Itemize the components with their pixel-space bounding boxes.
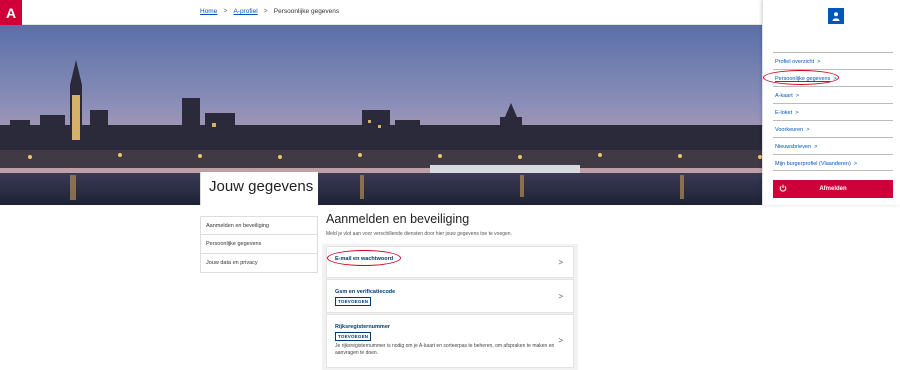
menu-item-nieuwsbrieven[interactable]: Nieuwsbrieven > <box>773 137 893 154</box>
chevron-right-icon: > <box>806 127 810 133</box>
left-nav-item-aanmelden[interactable]: Aanmelden en beveiliging <box>200 216 318 235</box>
chevron-right-icon: > <box>817 59 821 65</box>
page: A Home > A-profiel > Persoonlijke gegeve… <box>0 0 900 370</box>
card-description: Je rijksregisternummer is nodig om je A-… <box>335 343 555 356</box>
menu-item-voorkeuren[interactable]: Voorkeuren > <box>773 120 893 137</box>
menu-item-burgerprofiel[interactable]: Mijn burgerprofiel (Vlaanderen) > <box>773 154 893 171</box>
breadcrumb-current: Persoonlijke gegevens <box>273 8 340 15</box>
menu-item-label: E-loket <box>775 110 793 116</box>
breadcrumb-home[interactable]: Home <box>200 8 217 15</box>
card-gsm[interactable]: Gsm en verificatiecode TOEVOEGEN > <box>326 279 574 313</box>
card-title: Gsm en verificatiecode <box>335 289 396 295</box>
left-nav-item-data-privacy[interactable]: Jouw data en privacy <box>200 254 318 273</box>
logo-mark: A <box>5 4 17 21</box>
menu-item-label: Mijn burgerprofiel (Vlaanderen) <box>775 161 851 167</box>
power-icon <box>779 184 787 194</box>
breadcrumb-a-profiel[interactable]: A-profiel <box>233 8 257 15</box>
menu-item-label: Voorkeuren <box>775 127 804 133</box>
chevron-right-icon: > <box>558 258 563 267</box>
card-rijksregisternummer[interactable]: Rijksregisternummer TOEVOEGEN Je rijksre… <box>326 314 574 368</box>
logout-button[interactable]: Afmelden <box>773 180 893 198</box>
menu-item-label: Profiel overzicht <box>775 59 815 65</box>
highlight-circle <box>763 70 839 85</box>
left-nav: Aanmelden en beveiliging Persoonlijke ge… <box>200 216 318 273</box>
left-nav-item-persoonlijke-gegevens[interactable]: Persoonlijke gegevens <box>200 235 318 254</box>
add-tag[interactable]: TOEVOEGEN <box>335 297 372 306</box>
chevron-right-icon: > <box>795 93 800 99</box>
chevron-right-icon: > <box>795 110 799 116</box>
chevron-right-icon: > <box>814 144 818 150</box>
chevron-right-icon: > <box>223 8 228 15</box>
add-tag[interactable]: TOEVOEGEN <box>335 332 372 341</box>
profile-panel: Profiel overzicht > Persoonlijke gegeven… <box>762 0 900 205</box>
chevron-right-icon: > <box>558 292 563 301</box>
breadcrumb: Home > A-profiel > Persoonlijke gegevens <box>200 8 339 15</box>
highlight-circle <box>327 250 401 266</box>
user-icon[interactable] <box>828 8 844 24</box>
menu-item-a-kaart[interactable]: A-kaart > <box>773 86 893 103</box>
menu-item-profiel-overzicht[interactable]: Profiel overzicht > <box>773 52 893 69</box>
card-title: Rijksregisternummer <box>335 324 391 330</box>
chevron-right-icon: > <box>853 161 858 167</box>
section-heading: Aanmelden en beveiliging <box>326 212 470 226</box>
main-content: Aanmelden en beveiliging Meld je vlot aa… <box>326 212 574 368</box>
menu-item-label: Nieuwsbrieven <box>775 144 812 150</box>
section-subtitle: Meld je vlot aan voor verschillende dien… <box>326 231 512 237</box>
chevron-right-icon: > <box>263 8 268 15</box>
menu-item-e-loket[interactable]: E-loket > <box>773 103 893 120</box>
chevron-right-icon: > <box>558 336 563 345</box>
logout-label: Afmelden <box>819 186 847 192</box>
page-title: Jouw gegevens <box>200 172 318 205</box>
menu-item-label: A-kaart <box>775 93 793 99</box>
antwerpen-logo[interactable]: A <box>0 0 22 25</box>
